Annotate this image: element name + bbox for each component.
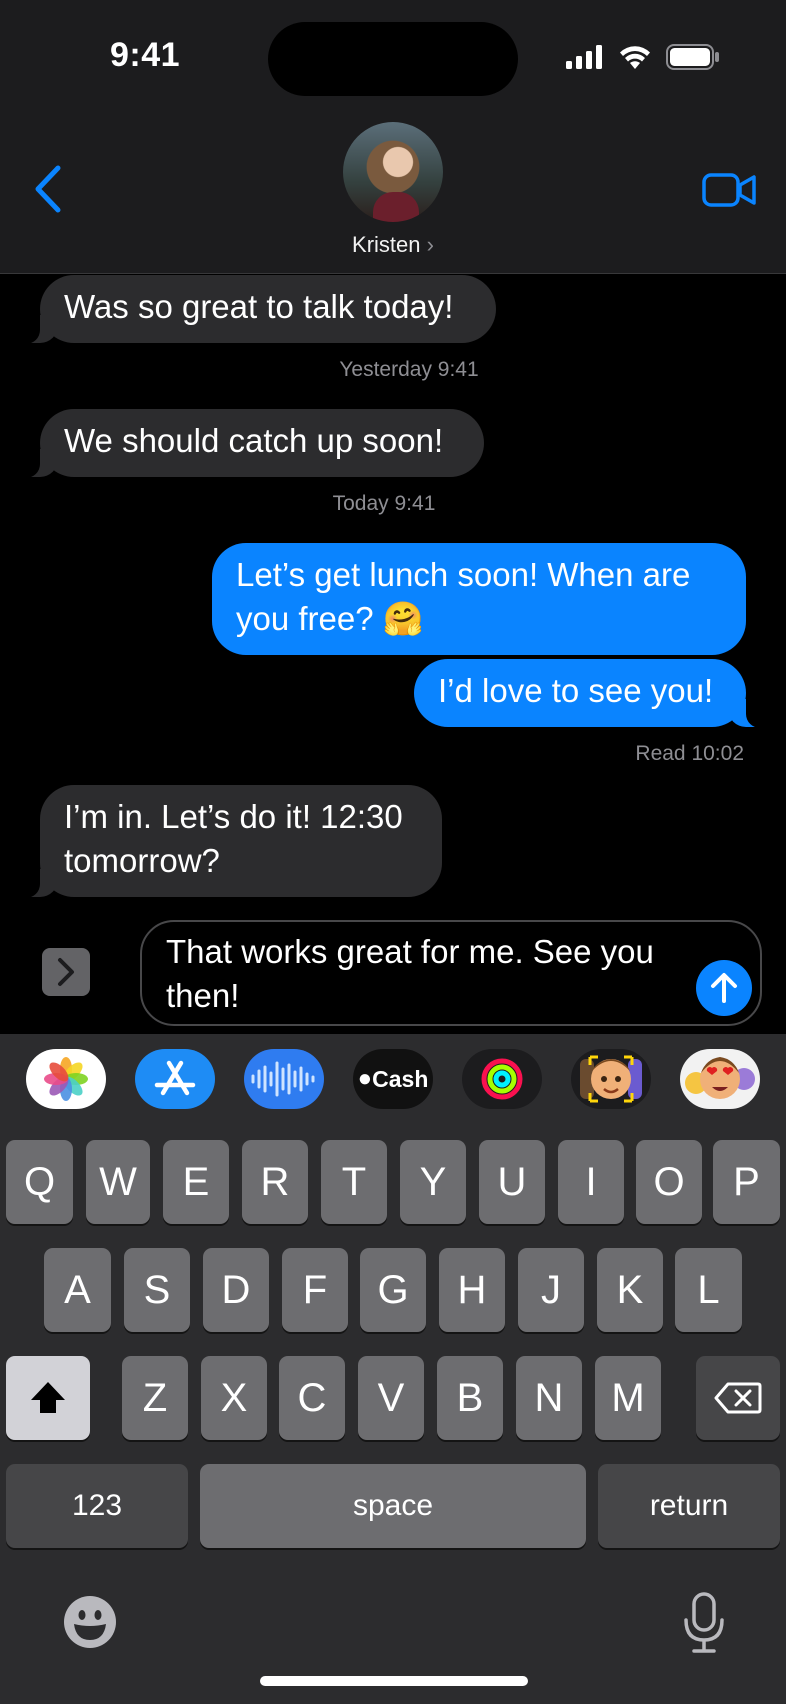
message-input[interactable]: That works great for me. See you then! [140,920,762,1026]
activity-rings-icon [481,1058,523,1100]
apple-cash-icon[interactable]: ● Cash [353,1049,433,1109]
status-bar: 9:41 [0,0,786,110]
key-a[interactable]: A [44,1248,111,1332]
app-store-icon[interactable] [135,1049,215,1109]
audio-message-icon[interactable] [244,1049,324,1109]
key-n[interactable]: N [516,1356,582,1440]
incoming-message-bubble[interactable]: Was so great to talk today! [18,275,496,344]
message-text: I’d love to see you! [438,672,714,709]
key-o[interactable]: O [636,1140,702,1224]
message-input-text: That works great for me. See you then! [166,933,654,1014]
cellular-signal-icon [566,45,602,69]
heart-eyes-face-icon [685,1057,755,1099]
key-d[interactable]: D [203,1248,269,1332]
key-p[interactable]: P [713,1140,780,1224]
keyboard-bottom-row: 123 space return [0,1450,786,1704]
avatar[interactable] [343,122,443,222]
incoming-message-bubble[interactable]: I’m in. Let’s do it! 12:30 tomorrow? [18,785,442,898]
contact-name: Kristen [352,232,421,257]
status-icons [566,44,720,70]
memoji-face-icon [580,1055,642,1103]
delete-backspace-icon [714,1382,762,1414]
emoji-icon[interactable] [62,1594,118,1650]
key-k[interactable]: K [597,1248,663,1332]
outgoing-message-bubble[interactable]: Let’s get lunch soon! When are you free?… [212,543,746,655]
key-f[interactable]: F [282,1248,348,1332]
outgoing-message-bubble[interactable]: I’d love to see you! [414,659,768,728]
key-i[interactable]: I [558,1140,624,1224]
chevron-right-icon: › [426,232,434,257]
memoji-icon[interactable] [571,1049,651,1109]
apple-logo-icon: ● [357,1065,373,1092]
message-text: Was so great to talk today! [64,288,454,325]
timestamp: Yesterday 9:41 [339,358,479,381]
return-key[interactable]: return [598,1464,780,1548]
key-t[interactable]: T [321,1140,387,1224]
send-button[interactable] [696,960,752,1016]
app-store-a-icon [154,1060,196,1096]
conversation-header: Kristen › [0,110,786,274]
back-chevron-icon[interactable] [30,164,66,214]
compose-bar: That works great for me. See you then! [0,910,786,1034]
key-w[interactable]: W [86,1140,150,1224]
waveform-icon [251,1061,315,1097]
key-c[interactable]: C [279,1356,345,1440]
key-e[interactable]: E [163,1140,229,1224]
wifi-icon [620,46,650,69]
incoming-message-bubble[interactable]: We should catch up soon! [18,409,484,478]
status-time: 9:41 [110,36,181,74]
key-v[interactable]: V [358,1356,424,1440]
video-call-icon[interactable] [702,172,756,208]
shift-key[interactable] [6,1356,90,1440]
space-key[interactable]: space [200,1464,586,1548]
key-r[interactable]: R [242,1140,308,1224]
battery-icon [666,44,719,70]
message-text: We should catch up soon! [64,422,444,459]
key-s[interactable]: S [124,1248,190,1332]
read-receipt: Read 10:02 [635,742,744,765]
microphone-icon[interactable] [682,1592,726,1654]
delete-key[interactable] [696,1356,780,1440]
apple-cash-label: Cash [372,1065,429,1092]
shift-arrow-icon [31,1382,65,1413]
key-x[interactable]: X [201,1356,267,1440]
key-q[interactable]: Q [6,1140,73,1224]
message-text: I’m in. Let’s do it! 12:30 tomorrow? [64,798,403,879]
photos-app-icon[interactable] [26,1049,106,1109]
chevron-right-icon [58,958,74,986]
photos-flower-icon [44,1057,88,1101]
memoji-stickers-icon[interactable] [680,1049,760,1109]
arrow-up-icon [711,973,737,1003]
message-text: Let’s get lunch soon! When are you free?… [236,556,691,637]
activity-icon[interactable] [462,1049,542,1109]
home-indicator[interactable] [260,1676,528,1686]
key-h[interactable]: H [439,1248,505,1332]
key-l[interactable]: L [675,1248,742,1332]
keyboard: Q W E R T Y U I O P A S D F G H J K L Z … [0,1120,786,1450]
key-b[interactable]: B [437,1356,503,1440]
apps-toggle-button[interactable] [42,948,90,996]
key-j[interactable]: J [518,1248,584,1332]
key-z[interactable]: Z [122,1356,188,1440]
numbers-key[interactable]: 123 [6,1464,188,1548]
key-y[interactable]: Y [400,1140,466,1224]
dynamic-island [268,22,518,96]
contact-name-button[interactable]: Kristen › [0,232,786,258]
key-g[interactable]: G [360,1248,426,1332]
key-m[interactable]: M [595,1356,661,1440]
timestamp: Today 9:41 [332,492,436,515]
key-u[interactable]: U [479,1140,545,1224]
